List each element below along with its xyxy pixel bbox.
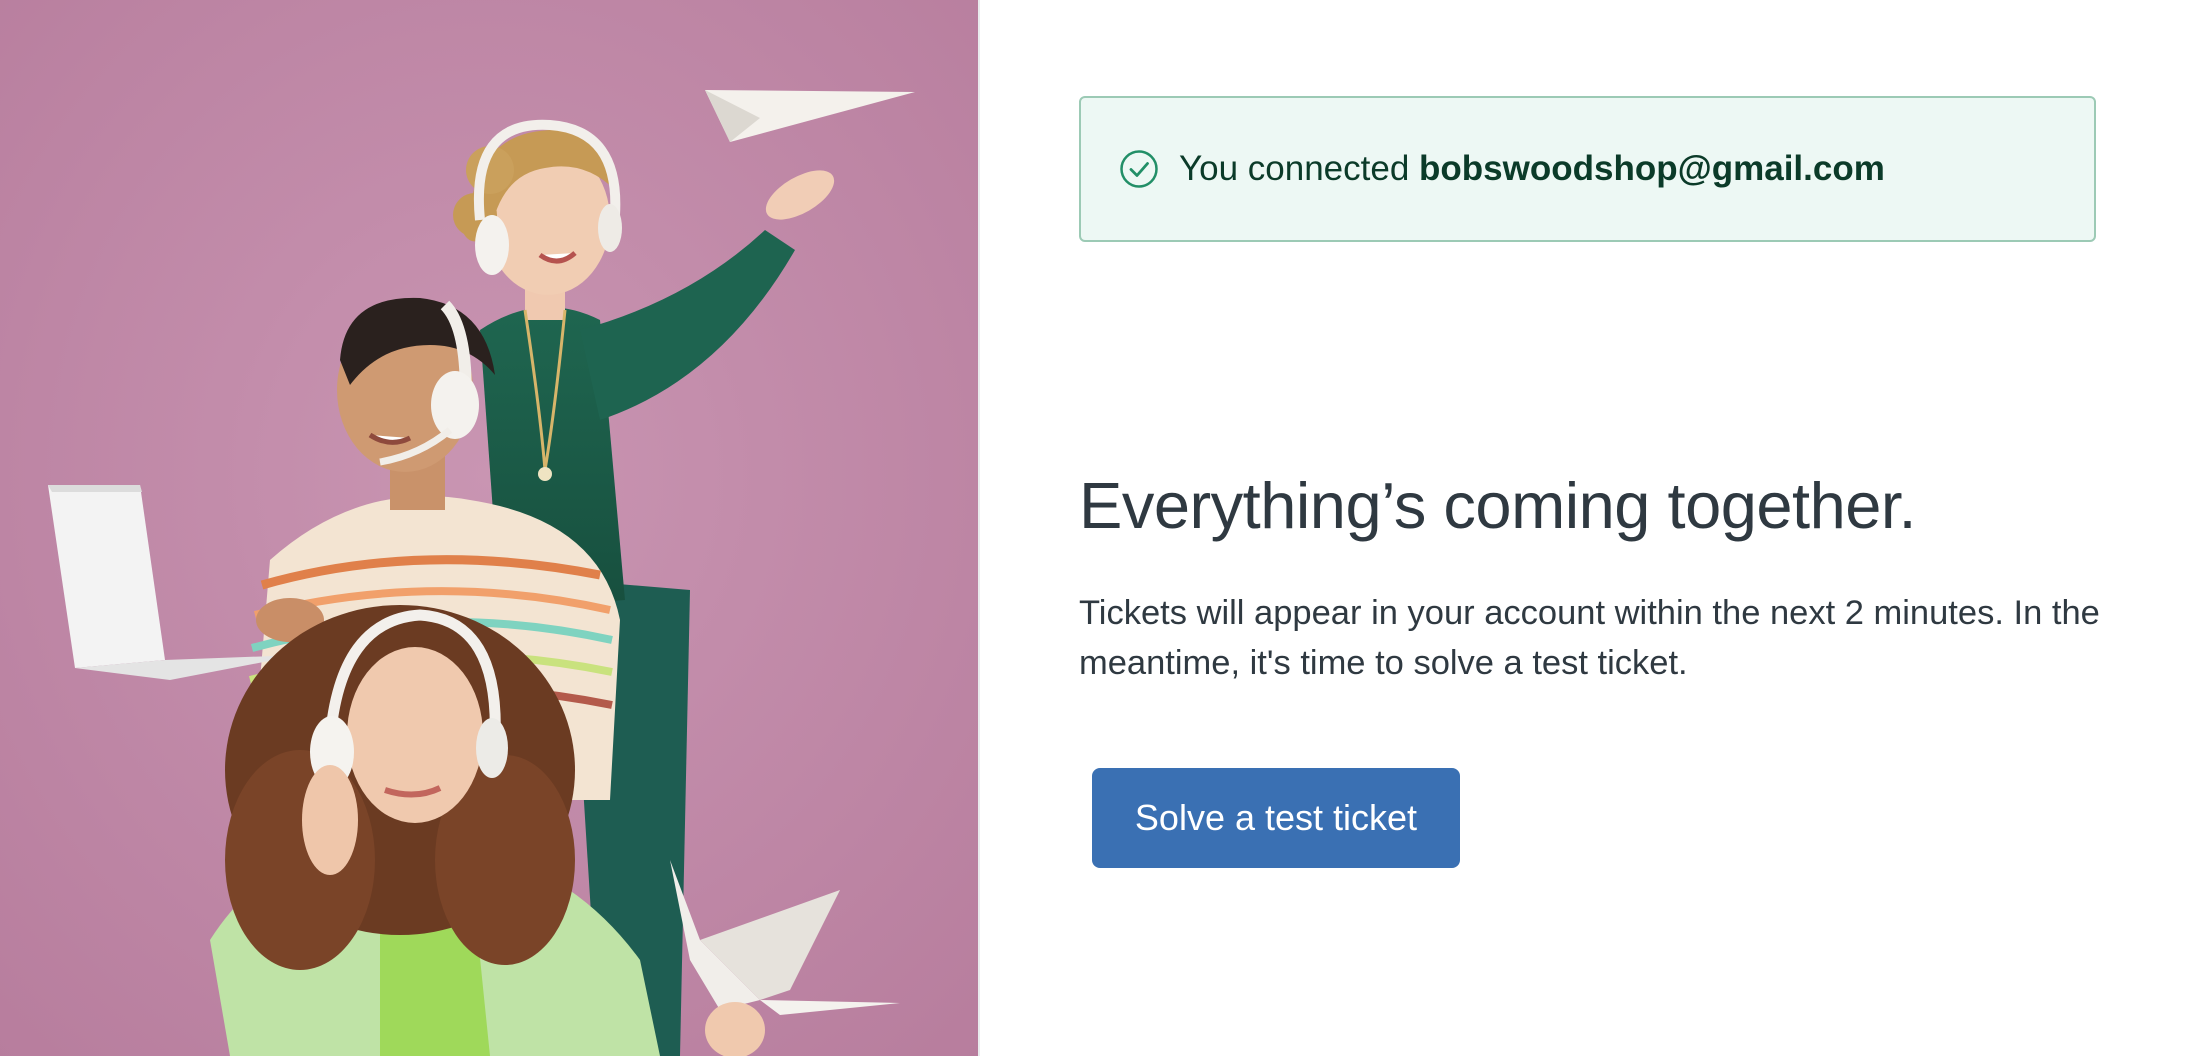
page-description: Tickets will appear in your account with…: [1079, 594, 2100, 682]
main-content: You connected bobswoodshop@gmail.com Eve…: [1079, 0, 2100, 1056]
notice-prefix: You connected: [1179, 149, 1420, 188]
hero-illustration-svg: [0, 0, 978, 1056]
connection-success-notice: You connected bobswoodshop@gmail.com: [1079, 96, 2096, 242]
check-circle-icon: [1120, 150, 1158, 188]
page-title: Everything’s coming together.: [1079, 469, 1917, 542]
hero-illustration: [0, 0, 978, 1056]
notice-message: You connected bobswoodshop@gmail.com: [1179, 149, 1885, 189]
onboarding-page: You connected bobswoodshop@gmail.com Eve…: [0, 0, 2186, 1056]
solve-test-ticket-button[interactable]: Solve a test ticket: [1092, 768, 1460, 868]
connected-email: bobswoodshop@gmail.com: [1419, 149, 1885, 188]
hero-divider: [978, 0, 980, 1056]
